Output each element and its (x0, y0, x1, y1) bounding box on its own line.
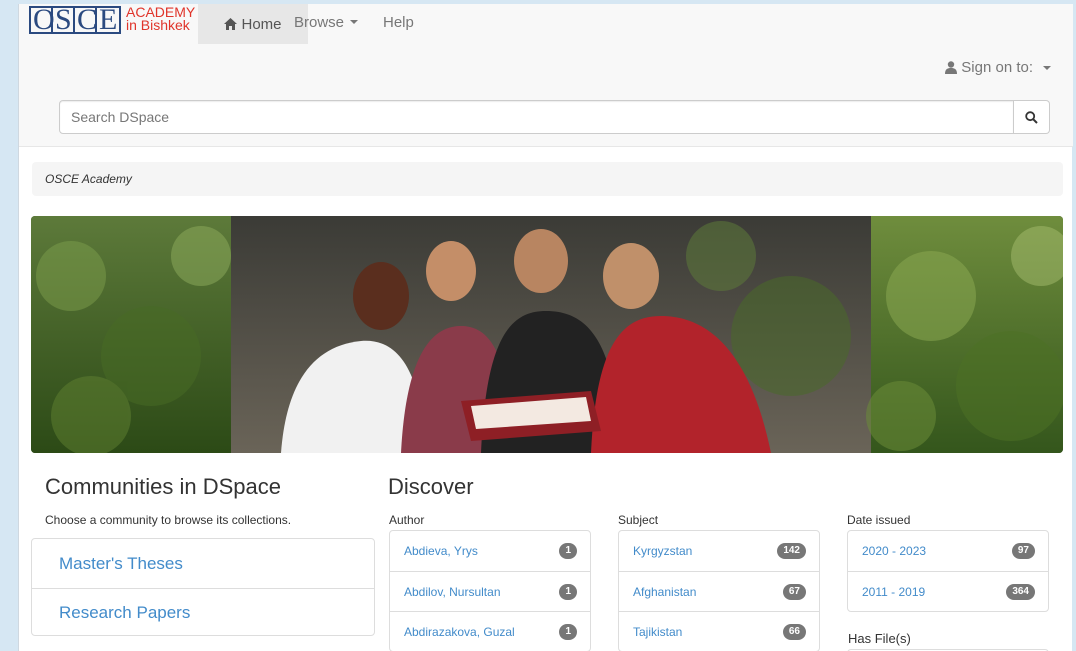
communities-title: Communities in DSpace (45, 474, 281, 499)
count-badge: 1 (559, 623, 577, 640)
count-badge: 66 (782, 623, 806, 640)
facet-item-name: Afghanistan (633, 584, 697, 599)
facet-item[interactable]: Abdilov, Nursultan 1 (390, 571, 590, 611)
sign-on-dropdown[interactable]: Sign on to: (945, 59, 1051, 76)
sign-on-label: Sign on to: (961, 59, 1033, 76)
search-icon (1025, 110, 1038, 124)
nav-help[interactable]: Help (383, 4, 414, 40)
facet-item-name: Abdirazakova, Guzal (404, 624, 515, 639)
logo-letter: C (77, 3, 98, 36)
facet-label: Author (389, 513, 425, 527)
logo-text: ACADEMY in Bishkek (126, 5, 195, 33)
facet-label: Date issued (847, 513, 911, 527)
facet-item-name: 2020 - 2023 (862, 544, 927, 558)
count-badge: 364 (1006, 583, 1035, 600)
communities-description: Choose a community to browse its collect… (45, 513, 292, 527)
facet-item[interactable]: Abdieva, Yrys 1 (390, 531, 590, 571)
logo-letter: S (53, 5, 75, 35)
user-icon (945, 61, 958, 74)
facet-item-name: Abdieva, Yrys (404, 544, 478, 558)
logo-letter: E (99, 3, 118, 36)
facet-item[interactable]: Afghanistan 67 (619, 571, 819, 611)
facet-has-files-label: Has File(s) (848, 631, 911, 646)
nav-home[interactable]: Home (198, 4, 308, 44)
breadcrumb-item: OSCE Academy (45, 172, 132, 186)
logo-mark: O S C E (29, 3, 121, 36)
community-link-masters-theses[interactable]: Master's Theses (32, 539, 374, 588)
logo-letter: O (33, 3, 55, 36)
facet-author: Author Abdieva, Yrys 1 Abdilov, Nursulta… (389, 513, 591, 651)
count-badge: 97 (1011, 543, 1035, 559)
facet-item-name: Abdilov, Nursultan (404, 584, 501, 599)
facet-item[interactable]: Kyrgyzstan 142 (619, 531, 819, 571)
page-frame: O S C E ACADEMY in Bishkek Home Browse H… (18, 4, 1073, 651)
top-navbar: O S C E ACADEMY in Bishkek Home Browse H… (19, 4, 1073, 147)
nav-browse-label: Browse (294, 13, 345, 31)
facet-item[interactable]: 2011 - 2019 364 (848, 571, 1048, 611)
facet-list: Kyrgyzstan 142 Afghanistan 67 Tajikistan… (618, 530, 820, 651)
count-badge: 67 (782, 583, 806, 600)
banner-photo (31, 216, 1063, 453)
home-icon (224, 18, 238, 30)
facet-item[interactable]: Tajikistan 66 (619, 611, 819, 651)
facet-date-issued: Date issued 2020 - 2023 97 2011 - 2019 3… (847, 513, 1049, 612)
osce-academy-logo[interactable]: O S C E ACADEMY in Bishkek (29, 3, 195, 36)
facet-item-name: Kyrgyzstan (633, 544, 693, 558)
nav-help-label: Help (383, 13, 414, 31)
communities-list: Master's Theses Research Papers (31, 538, 375, 636)
banner-image (31, 216, 1063, 453)
facet-list: 2020 - 2023 97 2011 - 2019 364 (847, 530, 1049, 612)
facet-list: Abdieva, Yrys 1 Abdilov, Nursultan 1 Abd… (389, 530, 591, 651)
discover-title: Discover (388, 474, 474, 499)
search-input[interactable] (59, 100, 1014, 134)
nav-home-label: Home (241, 15, 282, 33)
chevron-down-icon (350, 20, 359, 24)
facet-item-name: Tajikistan (633, 624, 683, 639)
count-badge: 1 (559, 543, 577, 559)
community-link-research-papers[interactable]: Research Papers (32, 588, 374, 637)
nav-browse[interactable]: Browse (294, 4, 359, 40)
count-badge: 1 (559, 583, 577, 600)
facet-label: Subject (618, 513, 659, 527)
chevron-down-icon (1043, 65, 1051, 70)
search-bar (59, 100, 1050, 134)
logo-line-2: in Bishkek (126, 17, 190, 33)
facet-subject: Subject Kyrgyzstan 142 Afghanistan 67 Ta… (618, 513, 820, 651)
count-badge: 142 (777, 543, 806, 559)
search-button[interactable] (1014, 100, 1050, 134)
facet-item[interactable]: Abdirazakova, Guzal 1 (390, 611, 590, 651)
breadcrumb: OSCE Academy (32, 162, 1063, 196)
facet-item-name: 2011 - 2019 (862, 584, 926, 599)
facet-item[interactable]: 2020 - 2023 97 (848, 531, 1048, 571)
